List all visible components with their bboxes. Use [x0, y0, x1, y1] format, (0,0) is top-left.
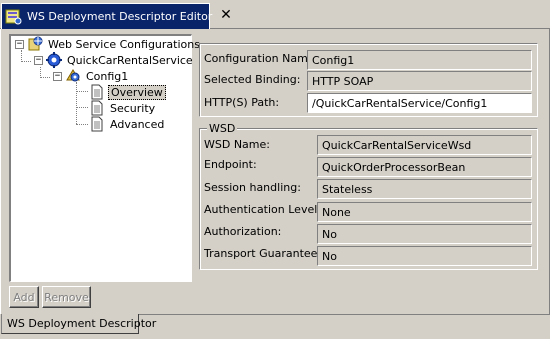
authentication-level-field: None — [317, 202, 532, 222]
page-tab-baseline — [139, 314, 550, 315]
endpoint-field: QuickOrderProcessorBean — [317, 157, 532, 177]
selected-binding-label: Selected Binding: — [204, 73, 301, 86]
tree-node-label: Web Service Configurations — [48, 37, 200, 51]
authentication-level-label: Authentication Level: — [204, 203, 321, 216]
remove-button[interactable]: Remove — [42, 286, 91, 308]
page-icon — [89, 116, 105, 132]
editor-tab-title: WS Deployment Descriptor Editor — [27, 10, 213, 23]
tree-node-advanced[interactable]: Advanced — [89, 116, 166, 132]
collapse-icon[interactable]: − — [15, 39, 24, 49]
tree-node-label: QuickCarRentalService — [67, 53, 193, 67]
tree-connector — [76, 91, 88, 92]
tree-connector — [76, 82, 77, 124]
tree-node-security[interactable]: Security — [89, 100, 157, 116]
add-button[interactable]: Add — [9, 286, 39, 308]
http-path-label: HTTP(S) Path: — [204, 96, 280, 109]
tree-node-label: Advanced — [110, 117, 165, 131]
page-icon — [89, 84, 105, 100]
tree-connector — [76, 124, 88, 125]
tree-node-label: Overview — [108, 84, 166, 100]
tree-node-config[interactable]: − Config1 — [53, 68, 130, 84]
transport-guarantee-field: No — [317, 246, 532, 266]
tree-connector — [76, 107, 88, 108]
editor-tab-strip: WS Deployment Descriptor Editor ✕ — [0, 0, 550, 29]
page-icon — [89, 100, 105, 116]
endpoint-label: Endpoint: — [204, 158, 257, 171]
editor-tab[interactable]: WS Deployment Descriptor Editor — [1, 3, 213, 29]
http-path-input[interactable]: /QuickCarRentalService/Config1 — [307, 93, 532, 113]
configuration-name-label: Configuration Name: — [204, 52, 319, 65]
transport-guarantee-label: Transport Guarantee: — [204, 247, 322, 260]
web-services-icon — [27, 36, 43, 52]
configuration-name-field: Config1 — [307, 50, 532, 70]
tree-connector — [21, 61, 31, 62]
collapse-icon[interactable]: − — [53, 71, 62, 81]
session-handling-field: Stateless — [317, 179, 532, 199]
tree-node-root[interactable]: − Web Service Configurations — [15, 36, 202, 52]
wsd-name-label: WSD Name: — [204, 138, 270, 151]
collapse-icon[interactable]: − — [34, 55, 43, 65]
session-handling-label: Session handling: — [204, 181, 301, 194]
page-tab-ws-deployment-descriptor[interactable]: WS Deployment Descriptor — [1, 314, 156, 334]
authorization-label: Authorization: — [204, 225, 282, 238]
tree-connector — [40, 77, 50, 78]
wsd-name-field: QuickCarRentalServiceWsd — [317, 135, 532, 155]
tree-node-label: Config1 — [86, 69, 129, 83]
gear-icon — [46, 52, 62, 68]
selected-binding-field: HTTP SOAP — [307, 71, 532, 91]
tree-node-service[interactable]: − QuickCarRentalService — [34, 52, 195, 68]
wsd-group-legend: WSD — [207, 122, 238, 135]
ws-editor-icon — [5, 8, 22, 25]
authorization-field: No — [317, 224, 532, 244]
tree-node-overview[interactable]: Overview — [89, 84, 166, 100]
close-icon[interactable]: ✕ — [218, 7, 234, 23]
config-icon — [65, 68, 81, 84]
config-tree[interactable]: − Web Service Configurations − QuickCarR… — [9, 34, 200, 282]
tree-node-label: Security — [110, 101, 156, 115]
